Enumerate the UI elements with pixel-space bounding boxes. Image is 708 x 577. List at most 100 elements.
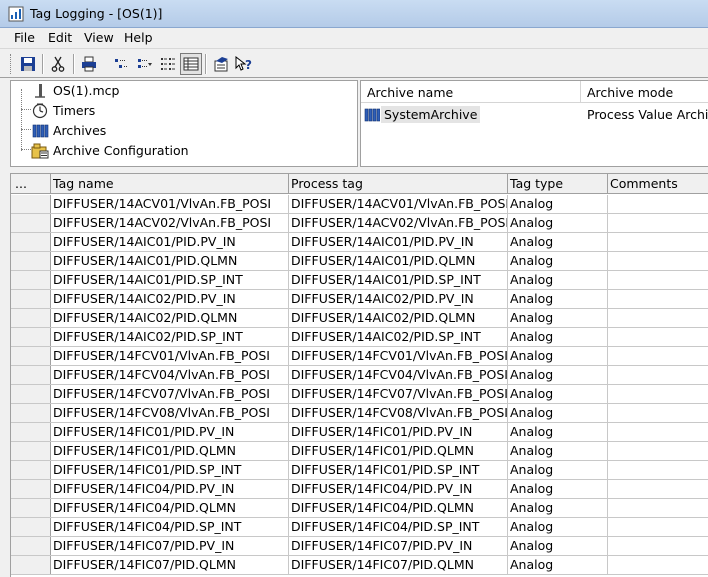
- column-header-archive-name[interactable]: Archive name: [361, 81, 581, 103]
- comments-cell[interactable]: [608, 328, 708, 346]
- tag-name-cell[interactable]: DIFFUSER/14AIC02/PID.SP_INT: [51, 328, 289, 346]
- process-tag-cell[interactable]: DIFFUSER/14FIC04/PID.PV_IN: [289, 480, 508, 498]
- tag-type-cell[interactable]: Analog: [508, 328, 608, 346]
- comments-cell[interactable]: [608, 385, 708, 403]
- table-row[interactable]: DIFFUSER/14FIC01/PID.SP_INT DIFFUSER/14FI…: [11, 461, 708, 480]
- process-tag-cell[interactable]: DIFFUSER/14ACV01/VlvAn.FB_POSI: [289, 195, 508, 213]
- comments-cell[interactable]: [608, 233, 708, 251]
- row-selector[interactable]: [11, 461, 51, 479]
- tree-item-timers[interactable]: Timers: [11, 101, 311, 121]
- row-selector[interactable]: [11, 271, 51, 289]
- process-tag-cell[interactable]: DIFFUSER/14ACV02/VlvAn.FB_POSI: [289, 214, 508, 232]
- comments-cell[interactable]: [608, 309, 708, 327]
- tag-type-cell[interactable]: Analog: [508, 537, 608, 555]
- menu-help[interactable]: Help: [124, 30, 153, 45]
- row-selector[interactable]: [11, 366, 51, 384]
- process-tag-cell[interactable]: DIFFUSER/14FIC01/PID.QLMN: [289, 442, 508, 460]
- tag-name-cell[interactable]: DIFFUSER/14FIC04/PID.SP_INT: [51, 518, 289, 536]
- table-row[interactable]: DIFFUSER/14ACV01/VlvAn.FB_POSI DIFFUSER/1…: [11, 195, 708, 214]
- tree-item-project[interactable]: OS(1).mcp: [11, 81, 311, 101]
- tag-name-cell[interactable]: DIFFUSER/14FIC04/PID.QLMN: [51, 499, 289, 517]
- tag-type-cell[interactable]: Analog: [508, 404, 608, 422]
- comments-cell[interactable]: [608, 366, 708, 384]
- view-list-button[interactable]: [157, 53, 179, 75]
- tree-item-archives[interactable]: Archives: [11, 121, 311, 141]
- menu-view[interactable]: View: [84, 30, 114, 45]
- column-header-select[interactable]: ...: [11, 174, 51, 194]
- tag-type-cell[interactable]: Analog: [508, 252, 608, 270]
- row-selector[interactable]: [11, 423, 51, 441]
- table-row[interactable]: DIFFUSER/14ACV02/VlvAn.FB_POSI DIFFUSER/1…: [11, 214, 708, 233]
- table-row[interactable]: DIFFUSER/14AIC01/PID.QLMN DIFFUSER/14AIC0…: [11, 252, 708, 271]
- row-selector[interactable]: [11, 480, 51, 498]
- process-tag-cell[interactable]: DIFFUSER/14FIC01/PID.PV_IN: [289, 423, 508, 441]
- table-row[interactable]: DIFFUSER/14AIC01/PID.PV_IN DIFFUSER/14AIC…: [11, 233, 708, 252]
- row-selector[interactable]: [11, 556, 51, 574]
- comments-cell[interactable]: [608, 518, 708, 536]
- tag-type-cell[interactable]: Analog: [508, 347, 608, 365]
- column-header-archive-mode[interactable]: Archive mode: [581, 81, 708, 103]
- column-header-process-tag[interactable]: Process tag: [289, 174, 508, 194]
- process-tag-cell[interactable]: DIFFUSER/14AIC02/PID.QLMN: [289, 309, 508, 327]
- tag-name-cell[interactable]: DIFFUSER/14ACV01/VlvAn.FB_POSI: [51, 195, 289, 213]
- row-selector[interactable]: [11, 404, 51, 422]
- column-header-comments[interactable]: Comments: [608, 174, 708, 194]
- comments-cell[interactable]: [608, 214, 708, 232]
- table-row[interactable]: DIFFUSER/14AIC02/PID.PV_IN DIFFUSER/14AIC…: [11, 290, 708, 309]
- comments-cell[interactable]: [608, 290, 708, 308]
- table-row[interactable]: DIFFUSER/14FCV01/VlvAn.FB_POSI DIFFUSER/1…: [11, 347, 708, 366]
- tag-type-cell[interactable]: Analog: [508, 518, 608, 536]
- table-row[interactable]: DIFFUSER/14AIC02/PID.QLMN DIFFUSER/14AIC0…: [11, 309, 708, 328]
- process-tag-cell[interactable]: DIFFUSER/14AIC01/PID.SP_INT: [289, 271, 508, 289]
- table-row[interactable]: DIFFUSER/14AIC01/PID.SP_INT DIFFUSER/14AI…: [11, 271, 708, 290]
- view-large-icons-button[interactable]: [110, 53, 132, 75]
- comments-cell[interactable]: [608, 252, 708, 270]
- row-selector[interactable]: [11, 442, 51, 460]
- table-row[interactable]: DIFFUSER/14FIC07/PID.QLMN DIFFUSER/14FIC0…: [11, 556, 708, 575]
- tag-type-cell[interactable]: Analog: [508, 309, 608, 327]
- tag-name-cell[interactable]: DIFFUSER/14FCV04/VlvAn.FB_POSI: [51, 366, 289, 384]
- tag-type-cell[interactable]: Analog: [508, 461, 608, 479]
- row-selector[interactable]: [11, 252, 51, 270]
- tag-type-cell[interactable]: Analog: [508, 366, 608, 384]
- tag-name-cell[interactable]: DIFFUSER/14AIC02/PID.QLMN: [51, 309, 289, 327]
- tag-type-cell[interactable]: Analog: [508, 423, 608, 441]
- comments-cell[interactable]: [608, 271, 708, 289]
- tag-type-cell[interactable]: Analog: [508, 233, 608, 251]
- menu-edit[interactable]: Edit: [48, 30, 72, 45]
- tag-name-cell[interactable]: DIFFUSER/14FIC04/PID.PV_IN: [51, 480, 289, 498]
- process-tag-cell[interactable]: DIFFUSER/14FIC07/PID.PV_IN: [289, 537, 508, 555]
- table-row[interactable]: DIFFUSER/14FCV08/VlvAn.FB_POSI DIFFUSER/1…: [11, 404, 708, 423]
- tag-name-cell[interactable]: DIFFUSER/14ACV02/VlvAn.FB_POSI: [51, 214, 289, 232]
- tag-name-cell[interactable]: DIFFUSER/14FCV07/VlvAn.FB_POSI: [51, 385, 289, 403]
- tag-type-cell[interactable]: Analog: [508, 195, 608, 213]
- process-tag-cell[interactable]: DIFFUSER/14AIC01/PID.QLMN: [289, 252, 508, 270]
- process-tag-cell[interactable]: DIFFUSER/14FCV01/VlvAn.FB_POSI: [289, 347, 508, 365]
- table-row[interactable]: DIFFUSER/14FCV07/VlvAn.FB_POSI DIFFUSER/1…: [11, 385, 708, 404]
- context-help-button[interactable]: ?: [233, 53, 255, 75]
- process-tag-cell[interactable]: DIFFUSER/14FIC04/PID.QLMN: [289, 499, 508, 517]
- process-tag-cell[interactable]: DIFFUSER/14FCV07/VlvAn.FB_POSI: [289, 385, 508, 403]
- row-selector[interactable]: [11, 214, 51, 232]
- comments-cell[interactable]: [608, 195, 708, 213]
- row-selector[interactable]: [11, 499, 51, 517]
- table-row[interactable]: DIFFUSER/14FIC01/PID.QLMN DIFFUSER/14FIC0…: [11, 442, 708, 461]
- column-header-tag-name[interactable]: Tag name: [51, 174, 289, 194]
- tag-type-cell[interactable]: Analog: [508, 214, 608, 232]
- tag-name-cell[interactable]: DIFFUSER/14AIC01/PID.QLMN: [51, 252, 289, 270]
- properties-button[interactable]: [210, 53, 232, 75]
- cut-button[interactable]: [47, 53, 69, 75]
- tag-name-cell[interactable]: DIFFUSER/14AIC01/PID.PV_IN: [51, 233, 289, 251]
- row-selector[interactable]: [11, 518, 51, 536]
- tag-type-cell[interactable]: Analog: [508, 385, 608, 403]
- table-row[interactable]: DIFFUSER/14FIC04/PID.PV_IN DIFFUSER/14FIC…: [11, 480, 708, 499]
- row-selector[interactable]: [11, 328, 51, 346]
- table-row[interactable]: DIFFUSER/14FIC07/PID.PV_IN DIFFUSER/14FIC…: [11, 537, 708, 556]
- process-tag-cell[interactable]: DIFFUSER/14AIC01/PID.PV_IN: [289, 233, 508, 251]
- table-row[interactable]: DIFFUSER/14FCV04/VlvAn.FB_POSI DIFFUSER/1…: [11, 366, 708, 385]
- comments-cell[interactable]: [608, 404, 708, 422]
- table-row[interactable]: DIFFUSER/14AIC02/PID.SP_INT DIFFUSER/14AI…: [11, 328, 708, 347]
- view-small-icons-button[interactable]: [134, 53, 156, 75]
- tree-item-archive-configuration[interactable]: Archive Configuration: [11, 141, 311, 161]
- tag-name-cell[interactable]: DIFFUSER/14FIC07/PID.PV_IN: [51, 537, 289, 555]
